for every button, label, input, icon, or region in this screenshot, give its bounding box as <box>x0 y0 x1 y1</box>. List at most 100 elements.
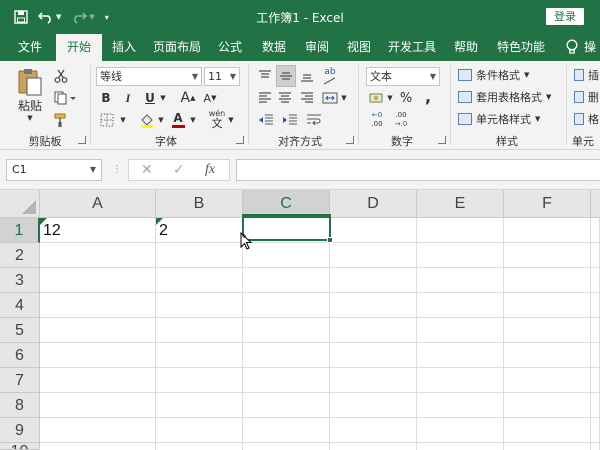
name-box[interactable]: C1 ▼ <box>6 159 102 181</box>
fill-color-dropdown-icon[interactable]: ▼ <box>156 111 166 129</box>
cell-d9[interactable] <box>330 418 417 443</box>
cell-f5[interactable] <box>504 318 591 343</box>
orientation-button[interactable]: ab <box>320 65 340 87</box>
paste-icon[interactable] <box>12 67 48 97</box>
cell-a6[interactable] <box>40 343 156 368</box>
column-header-a[interactable]: A <box>40 190 156 218</box>
tab-formulas[interactable]: 公式 <box>210 34 250 61</box>
cancel-icon[interactable]: ✕ <box>141 162 153 178</box>
decrease-indent-icon[interactable] <box>256 111 276 129</box>
grow-font-button[interactable]: A ▲ <box>180 89 196 107</box>
underline-dropdown-icon[interactable]: ▼ <box>158 89 168 107</box>
copy-icon[interactable] <box>52 89 78 107</box>
tab-help[interactable]: 帮助 <box>446 34 486 61</box>
insert-cells-button[interactable]: 插 <box>574 67 599 83</box>
align-bottom-icon[interactable] <box>298 67 316 85</box>
cell-d1[interactable] <box>330 218 417 243</box>
align-center-icon[interactable] <box>276 89 294 107</box>
cell-b1[interactable]: 2 <box>156 218 243 243</box>
format-painter-icon[interactable] <box>52 111 70 129</box>
borders-icon[interactable] <box>98 111 116 129</box>
cell-f3[interactable] <box>504 268 591 293</box>
cell-styles-button[interactable]: 单元格样式 ▼ <box>458 111 540 127</box>
cell-c3[interactable] <box>243 268 330 293</box>
cell-f10[interactable] <box>504 443 591 450</box>
cell-f1[interactable] <box>504 218 591 243</box>
tab-view[interactable]: 视图 <box>340 34 378 61</box>
comma-style-button[interactable]: , <box>420 87 436 106</box>
column-header-e[interactable]: E <box>417 190 504 218</box>
cell-c10[interactable] <box>243 443 330 450</box>
row-header-6[interactable]: 6 <box>0 343 40 368</box>
cell-a10[interactable] <box>40 443 156 450</box>
selected-cell-c1[interactable] <box>242 214 333 243</box>
select-all-button[interactable] <box>0 190 40 218</box>
merge-dropdown-icon[interactable]: ▼ <box>340 89 348 107</box>
cell-a9[interactable] <box>40 418 156 443</box>
shrink-font-button[interactable]: A ▼ <box>202 89 218 107</box>
cell-c9[interactable] <box>243 418 330 443</box>
align-middle-icon[interactable] <box>276 65 296 87</box>
conditional-formatting-button[interactable]: 条件格式 ▼ <box>458 67 529 83</box>
column-header-g[interactable] <box>591 190 600 218</box>
percent-style-button[interactable]: % <box>398 89 414 107</box>
column-header-d[interactable]: D <box>330 190 417 218</box>
cell-e10[interactable] <box>417 443 504 450</box>
merge-center-icon[interactable] <box>320 89 340 107</box>
login-button[interactable]: 登录 <box>546 8 584 25</box>
cell-d6[interactable] <box>330 343 417 368</box>
cell-c6[interactable] <box>243 343 330 368</box>
accounting-format-icon[interactable] <box>368 89 386 107</box>
cell-c2[interactable] <box>243 243 330 268</box>
cell-g6[interactable] <box>591 343 600 368</box>
cell-b6[interactable] <box>156 343 243 368</box>
cell-g3[interactable] <box>591 268 600 293</box>
row-header-1[interactable]: 1 <box>0 218 40 243</box>
row-header-8[interactable]: 8 <box>0 393 40 418</box>
row-header-5[interactable]: 5 <box>0 318 40 343</box>
cell-e6[interactable] <box>417 343 504 368</box>
insert-function-button[interactable]: fx <box>205 162 215 178</box>
cell-b4[interactable] <box>156 293 243 318</box>
cell-b10[interactable] <box>156 443 243 450</box>
cell-c4[interactable] <box>243 293 330 318</box>
formula-bar-grip-icon[interactable]: ⋮ <box>112 164 122 175</box>
cell-b2[interactable] <box>156 243 243 268</box>
phonetic-dropdown-icon[interactable]: ▼ <box>226 111 236 129</box>
enter-icon[interactable]: ✓ <box>173 162 185 178</box>
cell-e8[interactable] <box>417 393 504 418</box>
cell-d7[interactable] <box>330 368 417 393</box>
cell-e3[interactable] <box>417 268 504 293</box>
font-name-select[interactable]: 等线 ▼ <box>96 67 202 86</box>
tab-review[interactable]: 审阅 <box>298 34 336 61</box>
cell-f8[interactable] <box>504 393 591 418</box>
tab-home[interactable]: 开始 <box>56 34 102 61</box>
cell-b3[interactable] <box>156 268 243 293</box>
formula-input[interactable] <box>236 159 600 181</box>
alignment-launcher-icon[interactable] <box>346 136 354 144</box>
cell-d10[interactable] <box>330 443 417 450</box>
cell-g7[interactable] <box>591 368 600 393</box>
row-header-9[interactable]: 9 <box>0 418 40 443</box>
underline-button[interactable]: U <box>142 89 158 107</box>
align-right-icon[interactable] <box>298 89 316 107</box>
cut-icon[interactable] <box>52 67 70 85</box>
cell-e7[interactable] <box>417 368 504 393</box>
clipboard-launcher-icon[interactable] <box>78 136 86 144</box>
cell-g10[interactable] <box>591 443 600 450</box>
align-top-icon[interactable] <box>256 67 274 85</box>
row-header-3[interactable]: 3 <box>0 268 40 293</box>
cell-f4[interactable] <box>504 293 591 318</box>
cell-b8[interactable] <box>156 393 243 418</box>
row-header-7[interactable]: 7 <box>0 368 40 393</box>
tab-page-layout[interactable]: 页面布局 <box>148 34 206 61</box>
number-format-select[interactable]: 文本 ▼ <box>366 67 440 86</box>
align-left-icon[interactable] <box>256 89 274 107</box>
font-size-select[interactable]: 11 ▼ <box>204 67 240 86</box>
cell-g2[interactable] <box>591 243 600 268</box>
cell-e1[interactable] <box>417 218 504 243</box>
cell-b9[interactable] <box>156 418 243 443</box>
format-cells-button[interactable]: 格 <box>574 111 599 127</box>
bold-button[interactable]: B <box>98 89 114 107</box>
paste-dropdown-icon[interactable]: ▼ <box>22 113 38 123</box>
